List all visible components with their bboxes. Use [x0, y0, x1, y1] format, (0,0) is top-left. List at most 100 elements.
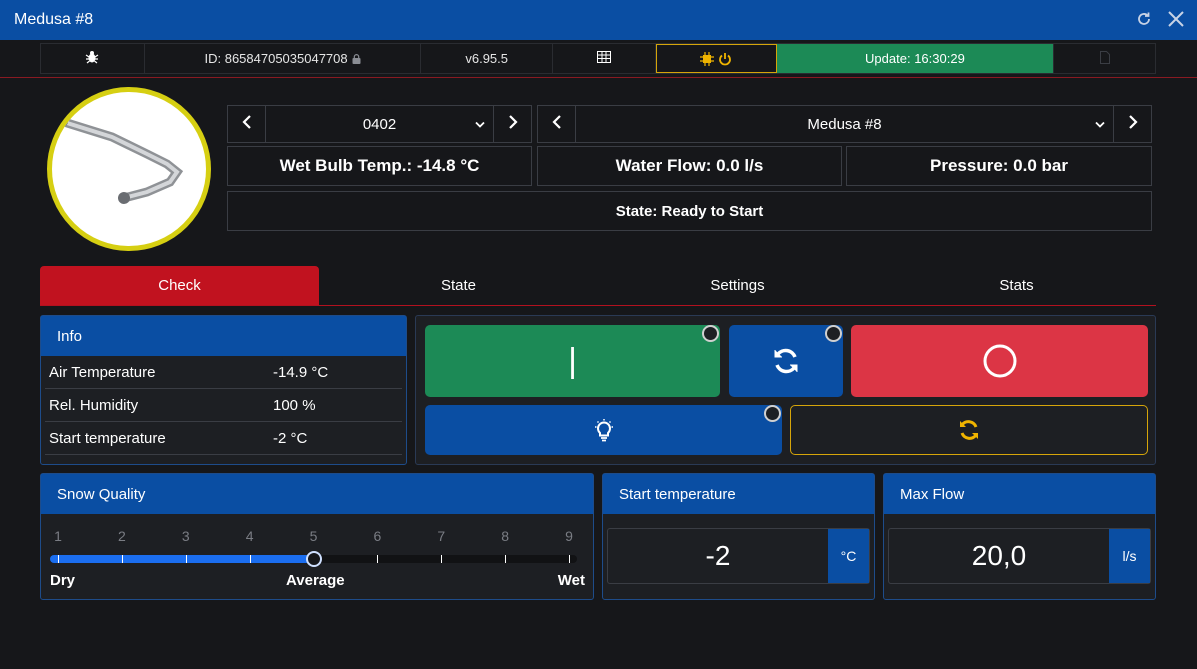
slider-tick [377, 555, 379, 563]
lock-icon [352, 53, 361, 64]
slider-tick [569, 555, 570, 563]
lightbulb-icon [591, 417, 617, 443]
status-bar: ID: 86584705035047708 v6.95.5 Update: 16… [40, 43, 1156, 74]
tab-check[interactable]: Check [40, 266, 319, 305]
tab-bar: Check State Settings Stats [40, 266, 1156, 306]
slider-scale-number: 9 [565, 528, 573, 544]
tab-settings[interactable]: Settings [598, 266, 877, 305]
slider-thumb[interactable] [305, 551, 322, 567]
start-temperature-title: Start temperature [603, 474, 874, 514]
device-select[interactable]: Medusa #8 [576, 106, 1113, 142]
chevron-down-icon [475, 116, 485, 133]
max-flow-value[interactable]: 20,0 [889, 529, 1109, 583]
slider-track[interactable] [50, 551, 577, 567]
debug-button[interactable] [41, 44, 145, 73]
slider-tick [505, 555, 507, 563]
slider-tick [58, 555, 59, 563]
slider-scale-number: 3 [181, 528, 190, 544]
header-divider [0, 77, 1197, 78]
slider-fill [50, 555, 314, 563]
info-row: Rel. Humidity 100 % [45, 389, 402, 422]
info-panel-title: Info [41, 316, 406, 356]
info-key: Rel. Humidity [49, 396, 139, 414]
info-value: 100 % [273, 396, 316, 414]
device-select-value: Medusa #8 [807, 115, 882, 133]
start-status-indicator [702, 325, 719, 342]
max-flow-field[interactable]: 20,0 l/s [888, 528, 1151, 584]
chevron-down-icon [1095, 116, 1105, 133]
start-temperature-field[interactable]: -2 °C [607, 528, 870, 584]
slider-scale-number: 8 [501, 528, 510, 544]
tab-stats[interactable]: Stats [877, 266, 1156, 305]
start-button[interactable]: | [425, 325, 720, 397]
info-value: -14.9 °C [273, 363, 329, 381]
slider-tick [249, 555, 251, 563]
group-select[interactable]: 0402 [266, 106, 493, 142]
start-temperature-unit: °C [828, 529, 869, 583]
info-row: Air Temperature -14.9 °C [45, 356, 402, 389]
chevron-right-icon [508, 114, 518, 134]
version-label: v6.95.5 [421, 44, 554, 73]
power-icon [718, 52, 732, 66]
stop-button[interactable] [851, 325, 1148, 397]
prev-device-button[interactable] [538, 106, 576, 142]
pressure-readout: Pressure: 0.0 bar [846, 146, 1152, 186]
update-time: Update: 16:30:29 [776, 44, 1055, 73]
water-flow-readout: Water Flow: 0.0 l/s [537, 146, 842, 186]
next-device-button[interactable] [1113, 106, 1151, 142]
cycle-status-indicator [825, 325, 842, 342]
info-key: Start temperature [49, 429, 166, 447]
group-selector: 0402 [227, 105, 532, 143]
prev-group-button[interactable] [228, 106, 266, 142]
window-titlebar: Medusa #8 [0, 0, 1197, 40]
info-row: Start temperature -2 °C [45, 422, 402, 455]
slider-tick [441, 555, 443, 563]
state-readout: State: Ready to Start [227, 191, 1152, 231]
chevron-left-icon [241, 114, 252, 134]
file-button[interactable] [1054, 44, 1155, 73]
max-flow-panel: Max Flow 20,0 l/s [883, 473, 1156, 600]
slider-scale-number: 2 [117, 528, 126, 544]
slider-scale-number: 7 [437, 528, 446, 544]
start-bar-icon: | [568, 341, 577, 380]
chip-icon [700, 51, 715, 66]
start-temperature-value[interactable]: -2 [608, 529, 828, 583]
slider-label-average: Average [286, 572, 345, 589]
slider-tick [185, 555, 187, 563]
slider-scale-number: 5 [309, 528, 318, 544]
max-flow-unit: l/s [1109, 529, 1150, 583]
snow-quality-slider[interactable]: 1 2 3 4 5 6 7 8 9 Dry Average Wet [41, 514, 593, 599]
next-group-button[interactable] [493, 106, 531, 142]
info-key: Air Temperature [49, 363, 156, 381]
device-id-label: ID: 86584705035047708 [204, 51, 348, 66]
schedule-button[interactable] [553, 44, 656, 73]
sync-icon [771, 346, 801, 376]
reload-button[interactable] [790, 405, 1148, 455]
snow-quality-panel: Snow Quality 1 2 3 4 5 6 7 8 9 Dry Average Wet [40, 473, 594, 600]
tab-state[interactable]: State [319, 266, 598, 305]
controls-panel: | [415, 315, 1156, 465]
slider-label-wet: Wet [557, 572, 585, 589]
info-panel: Info Air Temperature -14.9 °C Rel. Humid… [40, 315, 407, 465]
snow-quality-title: Snow Quality [41, 474, 593, 514]
chevron-right-icon [1128, 114, 1138, 134]
refresh-icon[interactable] [1133, 8, 1155, 30]
device-id: ID: 86584705035047708 [145, 44, 422, 73]
bug-icon [85, 50, 99, 67]
info-value: -2 °C [273, 429, 308, 447]
slider-tick [121, 555, 123, 563]
slider-label-dry: Dry [50, 572, 76, 589]
calendar-grid-icon [596, 51, 611, 66]
light-button[interactable] [425, 405, 782, 455]
group-select-value: 0402 [362, 115, 397, 133]
file-icon [1099, 50, 1110, 67]
device-image [47, 87, 211, 251]
slider-scale-number: 1 [54, 528, 62, 544]
slider-scale-number: 6 [373, 528, 382, 544]
cycle-button[interactable] [729, 325, 843, 397]
close-icon[interactable] [1165, 8, 1187, 30]
chevron-left-icon [551, 114, 562, 134]
device-selector: Medusa #8 [537, 105, 1152, 143]
wet-bulb-readout: Wet Bulb Temp.: -14.8 °C [227, 146, 532, 186]
power-status-button[interactable] [655, 44, 777, 73]
